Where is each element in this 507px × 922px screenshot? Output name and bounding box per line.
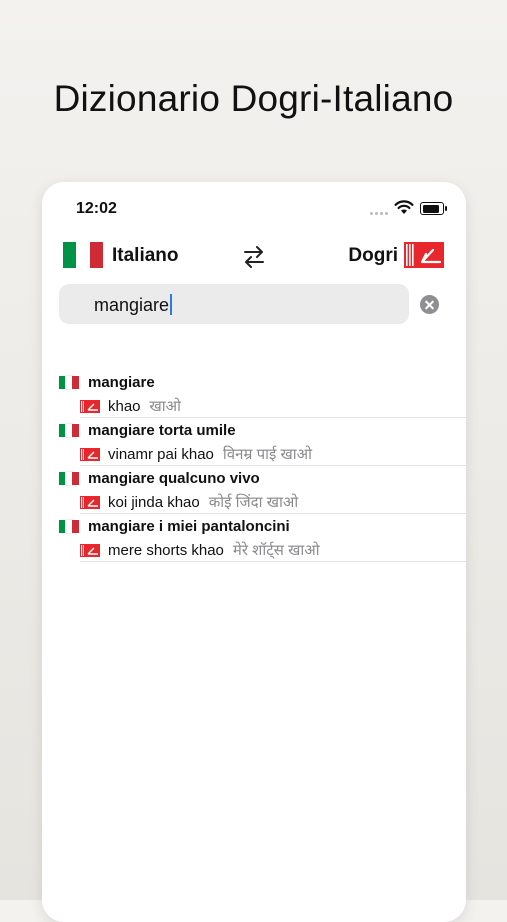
result-transliteration: vinamr pai khao: [108, 445, 214, 463]
result-term: mangiare i miei pantaloncini: [88, 517, 290, 535]
italy-flag-icon: [59, 518, 80, 534]
divider: [80, 561, 466, 562]
result-transliteration: mere shorts khao: [108, 541, 224, 559]
result-term: mangiare qualcuno vivo: [88, 469, 260, 487]
swap-languages-icon[interactable]: [242, 244, 266, 270]
result-transliteration: koi jinda khao: [108, 493, 200, 511]
italy-flag-icon: [59, 374, 80, 390]
language-bar: Italiano Dogri: [42, 242, 466, 272]
status-bar: 12:02: [42, 182, 466, 236]
result-native-script: खाओ: [149, 398, 182, 415]
clear-search-icon[interactable]: [420, 295, 439, 314]
status-time: 12:02: [76, 200, 117, 217]
result-native-script: विनम्र पाई खाओ: [222, 446, 313, 463]
source-language-label[interactable]: Italiano: [112, 245, 179, 267]
wifi-icon: [394, 200, 414, 214]
phone-screen: 12:02 Italiano Dogri mangiare mangiare k…: [42, 182, 466, 922]
search-input[interactable]: mangiare: [59, 284, 409, 324]
result-term: mangiare: [88, 373, 155, 391]
text-caret: [170, 294, 173, 315]
dogri-flag-icon: [80, 447, 100, 461]
result-row[interactable]: mangiare i miei pantaloncini mere shorts…: [42, 514, 466, 562]
italy-flag-icon: [59, 470, 80, 486]
results-list: mangiare khao खाओ mangiare torta umile v…: [42, 370, 466, 562]
dogri-flag-icon: [80, 399, 100, 413]
result-term: mangiare torta umile: [88, 421, 236, 439]
battery-icon: [420, 202, 447, 215]
result-row[interactable]: mangiare qualcuno vivo koi jinda khao को…: [42, 466, 466, 514]
italy-flag-icon[interactable]: [63, 242, 103, 268]
italy-flag-icon: [59, 422, 80, 438]
dogri-flag-icon: [80, 543, 100, 557]
result-native-script: मेरे शॉर्ट्स खाओ: [232, 542, 320, 559]
app-headline: Dizionario Dogri-Italiano: [53, 78, 454, 119]
result-row[interactable]: mangiare torta umile vinamr pai khao विन…: [42, 418, 466, 466]
result-transliteration: khao: [108, 397, 141, 415]
result-row[interactable]: mangiare khao खाओ: [42, 370, 466, 418]
search-input-value: mangiare: [94, 295, 170, 315]
result-native-script: कोई जिंदा खाओ: [208, 494, 299, 511]
target-language-label[interactable]: Dogri: [348, 245, 398, 267]
dogri-flag-icon[interactable]: [404, 242, 444, 268]
dogri-flag-icon: [80, 495, 100, 509]
signal-icon: [370, 212, 390, 216]
